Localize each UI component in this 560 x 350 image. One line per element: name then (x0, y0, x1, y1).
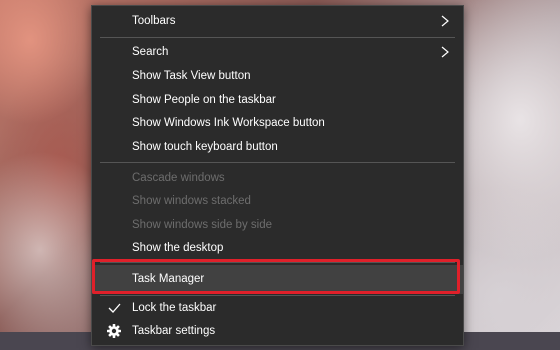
menu-item-label: Toolbars (132, 15, 176, 27)
submenu-arrow-icon (441, 46, 449, 58)
menu-item-show-people[interactable]: Show People on the taskbar (92, 88, 463, 112)
menu-item-toolbars[interactable]: Toolbars (92, 9, 463, 33)
menu-item-show-windows-stacked: Show windows stacked (92, 189, 463, 213)
menu-item-label: Cascade windows (132, 172, 225, 184)
menu-item-label: Show People on the taskbar (132, 94, 276, 106)
checkmark-icon (108, 303, 121, 313)
submenu-arrow-icon (441, 15, 449, 27)
menu-item-show-windows-side-by-side: Show windows side by side (92, 213, 463, 237)
menu-item-label: Taskbar settings (132, 325, 216, 337)
menu-separator (100, 162, 455, 163)
menu-item-show-task-view-button[interactable]: Show Task View button (92, 64, 463, 88)
menu-item-lock-the-taskbar[interactable]: Lock the taskbar (92, 296, 463, 320)
menu-item-label: Show the desktop (132, 242, 224, 254)
menu-item-label: Show Task View button (132, 70, 251, 82)
menu-item-label: Search (132, 46, 169, 58)
taskbar-context-menu: Toolbars Search Show Task View button Sh… (91, 5, 464, 346)
menu-item-show-windows-ink[interactable]: Show Windows Ink Workspace button (92, 111, 463, 135)
menu-item-search[interactable]: Search (92, 40, 463, 64)
menu-item-taskbar-settings[interactable]: Taskbar settings (92, 319, 463, 343)
gear-icon (107, 324, 121, 338)
menu-item-label: Show Windows Ink Workspace button (132, 117, 325, 129)
menu-item-show-the-desktop[interactable]: Show the desktop (92, 236, 463, 260)
menu-item-show-touch-keyboard[interactable]: Show touch keyboard button (92, 135, 463, 159)
menu-item-label: Show windows stacked (132, 195, 251, 207)
menu-item-label: Show touch keyboard button (132, 141, 278, 153)
menu-item-label: Show windows side by side (132, 219, 272, 231)
menu-item-label: Lock the taskbar (132, 302, 217, 314)
menu-item-cascade-windows: Cascade windows (92, 166, 463, 190)
menu-separator (100, 37, 455, 38)
annotation-highlight-box (92, 259, 460, 294)
